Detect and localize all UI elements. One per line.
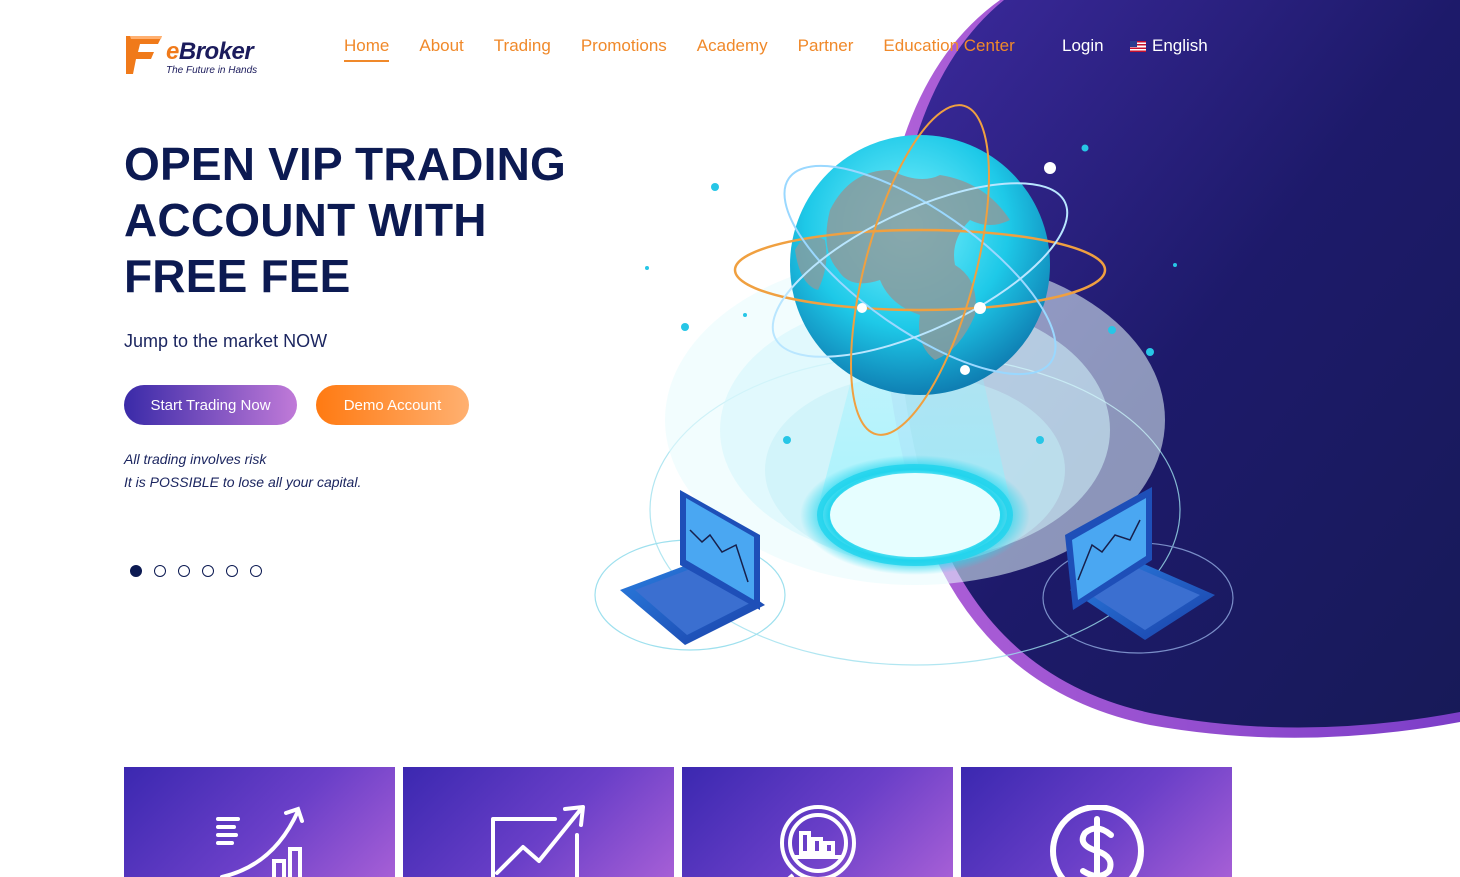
growth-chart-icon <box>215 806 304 877</box>
site-header: eBroker The Future in Hands Home About T… <box>0 0 1460 95</box>
feature-card-growth[interactable] <box>124 767 395 877</box>
brand-tagline: The Future in Hands <box>166 65 258 76</box>
feature-cards <box>124 767 1232 877</box>
brand-name: eBroker <box>166 38 254 65</box>
nav-promotions[interactable]: Promotions <box>581 36 667 62</box>
risk-disclaimer: All trading involves risk It is POSSIBLE… <box>124 448 361 494</box>
hero-globe-illustration <box>594 104 1234 666</box>
feature-card-trend[interactable] <box>403 767 674 877</box>
logo-mark-icon <box>126 36 162 74</box>
carousel-pagination <box>130 565 262 577</box>
dollar-coin-icon <box>1049 805 1144 877</box>
risk-line-1: All trading involves risk <box>124 451 267 467</box>
analytics-magnifier-icon <box>779 805 856 877</box>
hero-subtitle: Jump to the market NOW <box>124 331 328 351</box>
carousel-dot[interactable] <box>202 565 214 577</box>
carousel-dot[interactable] <box>178 565 190 577</box>
start-trading-button[interactable]: Start Trading Now <box>124 385 297 425</box>
language-label: English <box>1152 36 1208 55</box>
language-selector[interactable]: English <box>1130 36 1208 56</box>
feature-card-analytics[interactable] <box>682 767 953 877</box>
carousel-dot[interactable] <box>226 565 238 577</box>
trend-up-icon <box>490 805 585 877</box>
brand-logo[interactable]: eBroker The Future in Hands <box>124 32 274 80</box>
carousel-dot[interactable] <box>130 565 142 577</box>
nav-about[interactable]: About <box>419 36 463 62</box>
main-nav: Home About Trading Promotions Academy Pa… <box>344 36 1045 62</box>
nav-partner[interactable]: Partner <box>798 36 854 62</box>
login-link[interactable]: Login <box>1062 36 1104 56</box>
nav-home[interactable]: Home <box>344 36 390 62</box>
carousel-dot[interactable] <box>154 565 166 577</box>
nav-academy[interactable]: Academy <box>697 36 768 62</box>
carousel-dot[interactable] <box>250 565 262 577</box>
risk-line-2: It is POSSIBLE to lose all your capital. <box>124 474 362 490</box>
nav-trading[interactable]: Trading <box>494 36 551 62</box>
demo-account-button[interactable]: Demo Account <box>316 385 469 425</box>
us-flag-icon <box>1130 40 1146 52</box>
nav-education-center[interactable]: Education Center <box>883 36 1014 62</box>
feature-card-dollar[interactable] <box>961 767 1232 877</box>
hero-title: OPEN VIP TRADING ACCOUNT WITH FREE FEE <box>124 138 566 302</box>
